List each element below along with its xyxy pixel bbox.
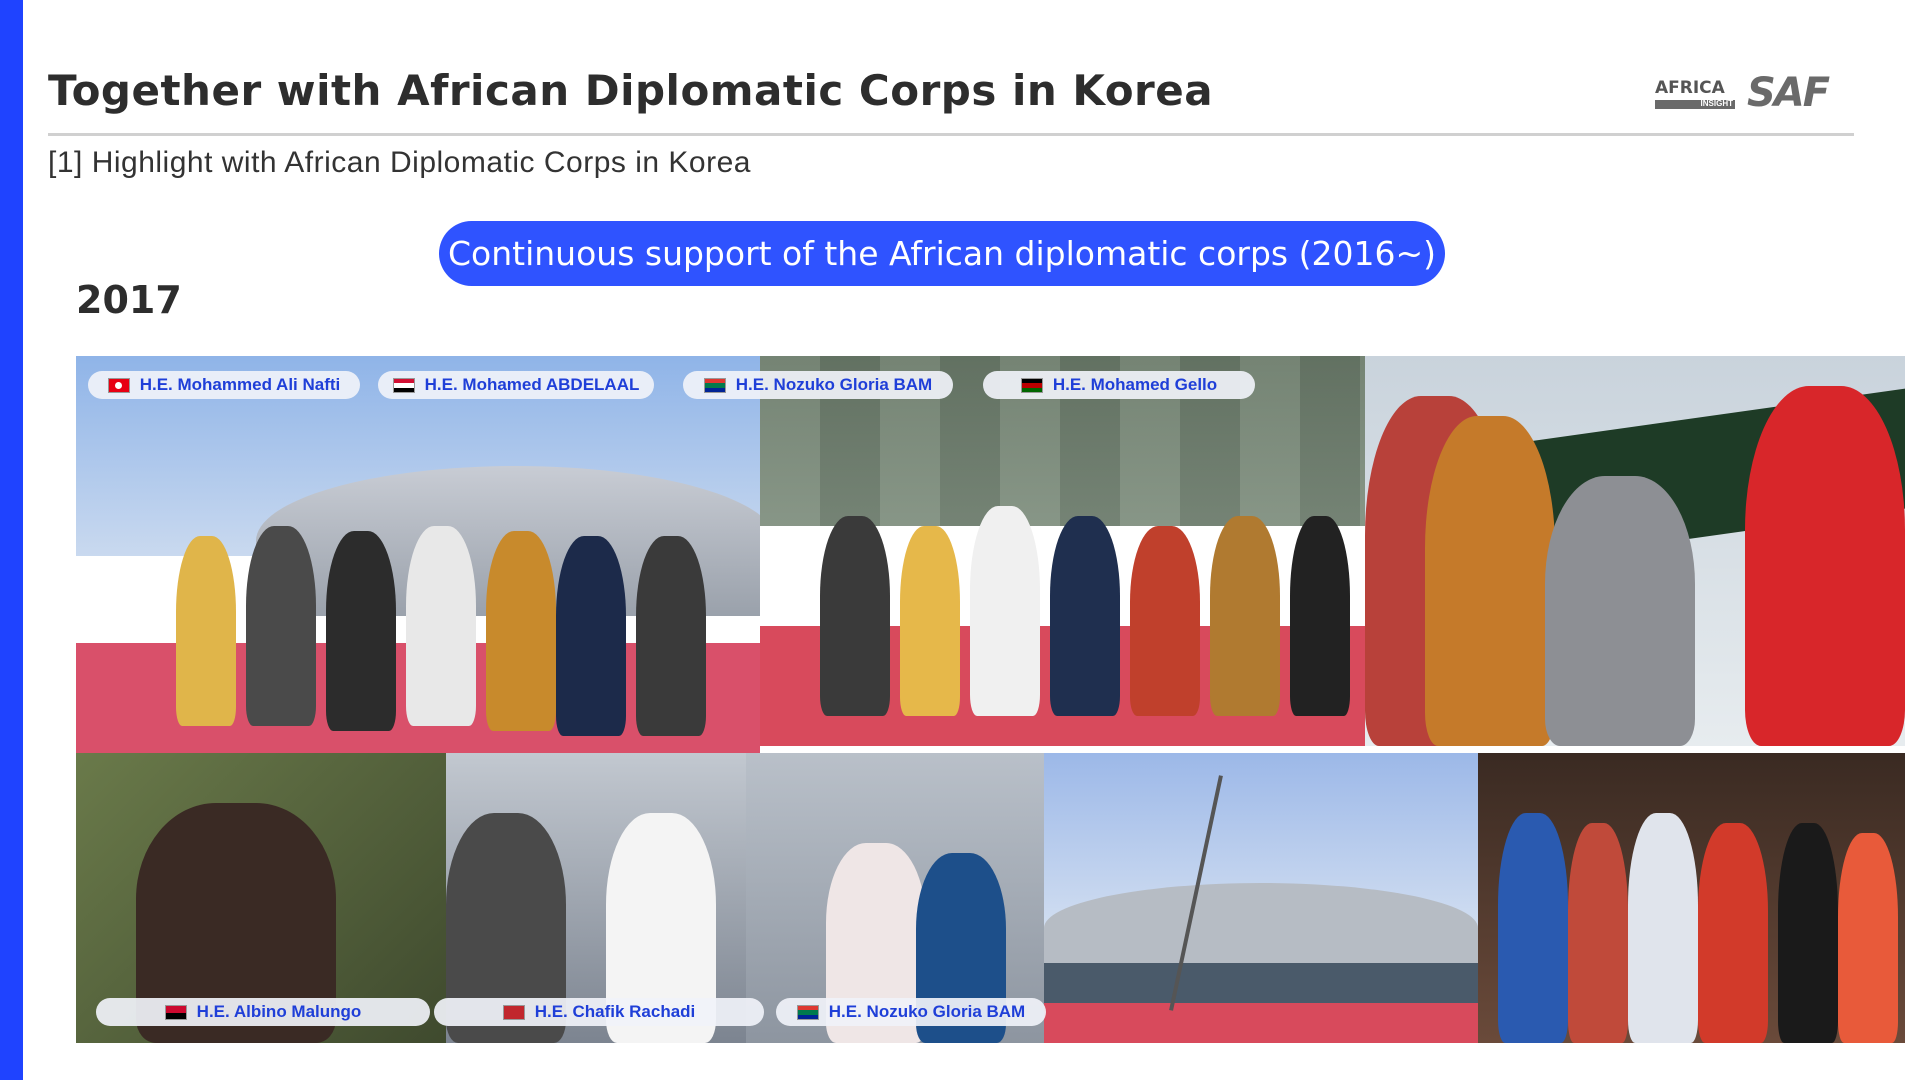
sudan-flag-icon: [392, 377, 415, 393]
label-tunisia-ambassador: H.E. Mohammed Ali Nafti: [88, 371, 360, 399]
page-subtitle: [1] Highlight with African Diplomatic Co…: [48, 146, 751, 179]
support-banner: Continuous support of the African diplom…: [439, 221, 1445, 286]
label-angola-ambassador: H.E. Albino Malungo: [96, 998, 430, 1026]
label-text: H.E. Mohamed Gello: [1052, 375, 1218, 394]
page-title: Together with African Diplomatic Corps i…: [48, 66, 1214, 115]
south-africa-flag-icon: [796, 1004, 819, 1020]
logo-group: AFRICA INSIGHT SAF: [1655, 70, 1855, 116]
kenya-flag-icon: [1020, 377, 1043, 393]
africa-insight-logo: AFRICA INSIGHT: [1655, 78, 1735, 109]
morocco-flag-icon: [502, 1004, 525, 1020]
label-text: H.E. Nozuko Gloria BAM: [828, 1002, 1026, 1021]
label-text: H.E. Albino Malungo: [196, 1002, 362, 1021]
photo-booth-conversation: [1365, 356, 1905, 746]
photo-group-red-carpet: [760, 356, 1365, 746]
label-south-africa-ambassador-2: H.E. Nozuko Gloria BAM: [776, 998, 1046, 1026]
title-divider: [48, 133, 1854, 136]
label-text: H.E. Nozuko Gloria BAM: [735, 375, 933, 394]
label-text: H.E. Mohamed ABDELAAL: [424, 375, 640, 394]
south-africa-flag-icon: [703, 377, 726, 393]
photo-group-dongdaemun: [76, 356, 760, 753]
photo-plaza-performance: [1044, 753, 1478, 1043]
saf-logo: SAF: [1747, 70, 1830, 116]
label-south-africa-ambassador: H.E. Nozuko Gloria BAM: [683, 371, 953, 399]
year-heading: 2017: [76, 278, 182, 322]
tunisia-flag-icon: [107, 377, 130, 393]
accent-side-bar: [0, 0, 23, 1080]
label-text: H.E. Chafik Rachadi: [534, 1002, 696, 1021]
support-banner-text: Continuous support of the African diplom…: [448, 234, 1436, 273]
label-kenya-ambassador: H.E. Mohamed Gello: [983, 371, 1255, 399]
label-morocco-ambassador: H.E. Chafik Rachadi: [434, 998, 764, 1026]
photo-traditional-attire: [1478, 753, 1905, 1043]
angola-flag-icon: [164, 1004, 187, 1020]
label-text: H.E. Mohammed Ali Nafti: [139, 375, 341, 394]
label-sudan-ambassador: H.E. Mohamed ABDELAAL: [378, 371, 654, 399]
